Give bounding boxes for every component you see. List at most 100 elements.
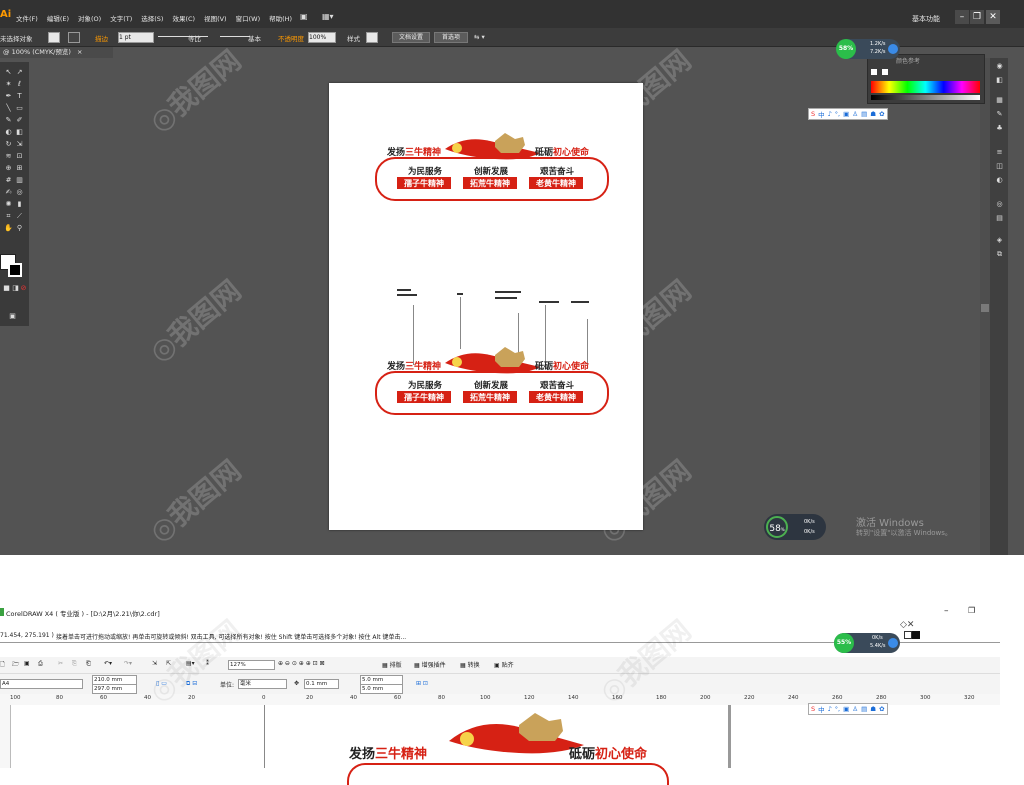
menu-file[interactable]: 文件(F) (16, 13, 38, 23)
ime-item-1[interactable]: ♪ (828, 110, 832, 118)
menu-window[interactable]: 窗口(W) (236, 13, 261, 23)
zoom-level-select[interactable]: 127% (228, 660, 275, 670)
stroke-weight-input[interactable]: 1 pt (118, 32, 154, 43)
color-panel-title[interactable]: 颜色参考 (896, 56, 920, 65)
cdr-speed-plus-icon[interactable] (888, 638, 898, 648)
restore-icon[interactable]: ❐ (970, 10, 984, 24)
color-guide-icon[interactable]: ◧ (995, 76, 1004, 85)
close-icon[interactable]: ✕ (986, 10, 1000, 24)
document-tab[interactable]: @ 100% (CMYK/预览) × (0, 47, 113, 58)
menu-view[interactable]: 视图(V) (204, 13, 227, 23)
cdr-ime-item-4[interactable]: ♙ (852, 705, 858, 713)
color-white-swatch[interactable] (882, 69, 888, 75)
cdr-minimize-icon[interactable]: – (944, 606, 949, 616)
graphic-styles-icon[interactable]: ▤ (995, 214, 1004, 223)
ime-toolbar[interactable]: S 中 ♪ °, ▣ ♙ ▤ ☗ ✿ (808, 108, 888, 120)
opacity-input[interactable]: 100% (308, 32, 336, 43)
artboard[interactable]: 发扬三牛精神 砥砺初心使命 为民服务 创新发展 艰苦奋斗 孺子牛精神 拓荒牛精神… (329, 83, 643, 530)
color-panel-icon[interactable]: ◉ (995, 62, 1004, 71)
opacity-label[interactable]: 不透明度 (278, 33, 304, 43)
document-setup-button[interactable]: 文档设置 (392, 32, 430, 43)
selection-tool-icon[interactable]: ↖ (4, 68, 13, 77)
column-graph-tool-icon[interactable]: ▮ (15, 200, 24, 209)
blob-brush-tool-icon[interactable]: ◐ (4, 128, 13, 137)
none-mode-icon[interactable]: ⊘ (19, 284, 28, 293)
preferences-button[interactable]: 首选项 (434, 32, 468, 43)
ime-item-6[interactable]: ☗ (870, 110, 876, 118)
stroke-swatch[interactable] (68, 32, 80, 43)
transparency-panel-icon[interactable]: ◐ (995, 176, 1004, 185)
nudge-input[interactable]: 0.1 mm (304, 679, 339, 689)
scale-tool-icon[interactable]: ⇲ (15, 140, 24, 149)
warp-tool-icon[interactable]: ≋ (4, 152, 13, 161)
mesh-tool-icon[interactable]: # (4, 176, 13, 185)
pen-tool-icon[interactable]: ✒ (4, 92, 13, 101)
symbol-sprayer-tool-icon[interactable]: ✺ (4, 200, 13, 209)
perspective-grid-tool-icon[interactable]: ⊞ (15, 164, 24, 173)
menu-edit[interactable]: 编辑(E) (47, 13, 69, 23)
save-icon[interactable]: ▣ (24, 660, 30, 667)
enhance-plugin-button[interactable]: ▦ 增强插件 (414, 660, 446, 669)
ime-logo-icon[interactable]: S (811, 110, 815, 118)
scrollbar-thumb[interactable] (981, 304, 989, 312)
color-mode-icon[interactable]: ■ (2, 284, 11, 293)
units-select[interactable]: 毫米 (238, 679, 287, 689)
treat-as-filled-icon[interactable]: ⊞ ⊡ (416, 680, 428, 687)
rectangle-tool-icon[interactable]: ▭ (15, 104, 24, 113)
layers-panel-icon[interactable]: ◈ (995, 236, 1004, 245)
print-icon[interactable]: ⎙ (38, 660, 43, 668)
copy-icon[interactable]: ⎘ (72, 660, 77, 668)
type-tool-icon[interactable]: T (15, 92, 24, 101)
screen-mode-icon[interactable]: ▣ (8, 312, 17, 321)
shape-builder-tool-icon[interactable]: ⊕ (4, 164, 13, 173)
workspace-switcher[interactable]: 基本功能 (912, 14, 940, 24)
swatches-panel-icon[interactable]: ▦ (995, 96, 1004, 105)
page-height-input[interactable]: 297.0 mm (92, 684, 137, 694)
direct-selection-tool-icon[interactable]: ↗ (15, 68, 24, 77)
cdr-ime-toolbar[interactable]: S 中 ♪ °, ▣ ♙ ▤ ☗ ✿ (808, 703, 888, 715)
symbols-panel-icon[interactable]: ♣ (995, 124, 1004, 133)
arrange-icon[interactable]: ▦▾ (322, 12, 334, 21)
stroke-panel-icon[interactable]: ≡ (995, 148, 1004, 157)
undo-icon[interactable]: ↶▾ (104, 660, 112, 667)
cdr-fill-icon[interactable]: ◇✕ (900, 620, 914, 630)
rotate-tool-icon[interactable]: ↻ (4, 140, 13, 149)
bridge-icon[interactable]: ▣ (300, 12, 308, 21)
magic-wand-tool-icon[interactable]: ✶ (4, 80, 13, 89)
convert-button[interactable]: ▦ 转换 (460, 660, 480, 669)
ime-item-4[interactable]: ♙ (852, 110, 858, 118)
brushes-panel-icon[interactable]: ✎ (995, 110, 1004, 119)
line-tool-icon[interactable]: ╲ (4, 104, 13, 113)
cdr-ime-logo-icon[interactable]: S (811, 705, 815, 713)
vertical-ruler[interactable] (0, 705, 11, 768)
pencil-tool-icon[interactable]: ✐ (15, 116, 24, 125)
page-size-select[interactable]: A4 (0, 679, 83, 689)
menu-object[interactable]: 对象(O) (78, 13, 101, 23)
paste-icon[interactable]: ⎗ (86, 660, 91, 668)
brush-select[interactable]: 基本 (248, 33, 261, 43)
cdr-outline-black[interactable] (912, 631, 920, 639)
snap-button[interactable]: ▣ 贴齐 (494, 660, 514, 669)
vertical-scrollbar[interactable] (980, 58, 990, 555)
fill-swatch[interactable] (48, 32, 60, 43)
cdr-ime-item-6[interactable]: ☗ (870, 705, 876, 713)
menu-select[interactable]: 选择(S) (141, 13, 163, 23)
cdr-fill-none[interactable] (904, 631, 912, 639)
ime-item-0[interactable]: 中 (818, 109, 825, 119)
profile-select[interactable]: 等比 (188, 33, 201, 43)
cdr-ime-item-0[interactable]: 中 (818, 704, 825, 714)
slice-tool-icon[interactable]: ⟋ (15, 212, 24, 221)
cdr-ime-item-3[interactable]: ▣ (843, 705, 849, 713)
blend-tool-icon[interactable]: ◎ (15, 188, 24, 197)
ime-item-3[interactable]: ▣ (843, 110, 849, 118)
zoom-tool-icon[interactable]: ⚲ (15, 224, 24, 233)
stroke-label[interactable]: 描边 (95, 33, 108, 43)
culture-wall-design-bottom[interactable]: 发扬三牛精神 砥砺初心使命 为民服务 创新发展 艰苦奋斗 孺子牛精神 拓荒牛精神… (375, 345, 615, 415)
appearance-panel-icon[interactable]: ◎ (995, 200, 1004, 209)
speed-plus-icon[interactable] (888, 44, 898, 54)
arrange-docs-icon[interactable]: ⇆ ▾ (474, 33, 485, 41)
artboard-tool-icon[interactable]: ⌗ (4, 212, 13, 221)
style-swatch[interactable] (366, 32, 378, 43)
artboards-panel-icon[interactable]: ⧉ (995, 250, 1004, 259)
color-gray-ramp[interactable] (871, 95, 980, 100)
